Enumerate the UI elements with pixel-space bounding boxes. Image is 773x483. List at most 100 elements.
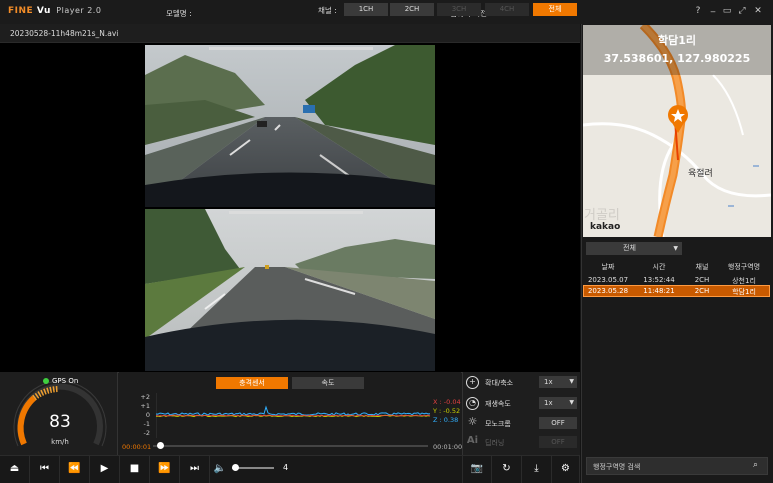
column-channel: 채널 <box>695 263 709 271</box>
map-coordinates: 37.538601, 127.980225 <box>603 52 751 65</box>
y-axis-value: Y : -0.52 <box>433 407 461 415</box>
y-tick-zero: 0 <box>145 411 150 419</box>
channel-3ch-button: 3CH <box>437 3 481 16</box>
zoom-icon: + <box>466 376 479 389</box>
minimize-icon[interactable]: _ <box>707 3 719 13</box>
volume-button[interactable]: 🔈 <box>210 455 230 483</box>
previous-file-button[interactable]: ⏮ <box>30 455 60 483</box>
column-area: 행정구역명 <box>727 263 761 271</box>
gps-status: GPS On <box>52 377 79 385</box>
z-axis-value: Z : 0.38 <box>433 416 459 424</box>
close-icon[interactable]: ✕ <box>752 6 764 16</box>
y-tick-minus2: -2 <box>143 429 150 437</box>
list-filter-value: 전체 <box>623 244 636 252</box>
play-icon: ▶ <box>100 463 109 474</box>
front-camera-video[interactable] <box>145 45 435 207</box>
monochrome-icon: ☼ <box>467 415 478 428</box>
zoom-select[interactable]: 1x ▼ <box>539 376 577 388</box>
timeline-track[interactable] <box>153 445 428 447</box>
row-date: 2023.05.07 <box>587 276 629 284</box>
row-time: 11:48:21 <box>643 287 675 295</box>
help-icon[interactable]: ? <box>692 6 704 16</box>
monochrome-label: 모노크롬 <box>485 420 511 428</box>
brand-suffix: Vu <box>36 6 51 16</box>
snapshot-button[interactable]: 📷 <box>462 455 492 483</box>
playback-speed-icon: ◔ <box>466 397 479 410</box>
fullscreen-icon[interactable]: ⤢ <box>736 6 748 16</box>
channel-4ch-button: 4CH <box>485 3 529 16</box>
rear-timestamp-overlay <box>229 211 363 214</box>
skip-back-icon: ⏮ <box>40 463 49 474</box>
chevron-down-icon: ▼ <box>569 378 574 385</box>
z-series-line <box>156 405 431 416</box>
deep-learning-label: 딥러닝 <box>485 439 505 447</box>
sensor-graph <box>156 393 431 438</box>
eject-button[interactable]: ⏏ <box>0 455 30 483</box>
playback-speed-label: 재생속도 <box>485 400 511 408</box>
chevron-down-icon: ▼ <box>673 245 678 252</box>
list-item-selected[interactable]: 2023.05.28 11:48:21 2CH 학담1리 <box>583 285 770 297</box>
rotate-icon: ↻ <box>502 463 511 474</box>
channel-1ch-button[interactable]: 1CH <box>344 3 388 16</box>
map-label-area: 거골리 <box>584 208 620 223</box>
play-button[interactable]: ▶ <box>90 455 120 483</box>
row-area: 학담1리 <box>732 288 756 296</box>
playback-speed-select[interactable]: 1x ▼ <box>539 397 577 409</box>
skip-forward-icon: ⏭ <box>190 463 199 474</box>
deep-learning-toggle: OFF <box>539 436 577 448</box>
speed-value: 83 <box>49 412 71 432</box>
settings-button[interactable]: ⚙ <box>552 455 580 483</box>
app-logo: FINE Vu Player 2.0 <box>8 6 101 16</box>
current-time: 00:00:01 <box>122 443 152 451</box>
playback-speed-value: 1x <box>544 399 553 407</box>
y-tick-plus1: +1 <box>140 402 150 410</box>
channel-all-button[interactable]: 전체 <box>533 3 577 16</box>
gps-status-icon <box>43 378 49 384</box>
rotate-button[interactable]: ↻ <box>492 455 522 483</box>
app-version: Player 2.0 <box>56 6 102 15</box>
rewind-button[interactable]: ⏪ <box>60 455 90 483</box>
row-channel: 2CH <box>694 276 710 284</box>
speaker-icon: 🔈 <box>213 463 227 474</box>
row-time: 13:52:44 <box>643 276 675 284</box>
list-filter-select[interactable]: 전체 ▼ <box>586 242 682 255</box>
y-tick-plus2: +2 <box>140 393 150 401</box>
stop-button[interactable]: ■ <box>120 455 150 483</box>
restore-icon[interactable]: ▭ <box>721 6 733 16</box>
zoom-value: 1x <box>544 378 553 386</box>
eject-icon: ⏏ <box>9 463 20 474</box>
volume-handle[interactable] <box>232 464 239 471</box>
search-icon[interactable]: ⌕ <box>753 460 758 470</box>
row-date: 2023.05.28 <box>587 287 629 295</box>
file-bar: 20230528-11h48m21s_N.avi <box>0 24 580 43</box>
timeline-handle[interactable] <box>157 442 164 449</box>
row-channel: 2CH <box>694 287 710 295</box>
model-label: 모델명 : <box>166 9 192 18</box>
fast-forward-button[interactable]: ⏩ <box>150 455 180 483</box>
map-provider-logo: kakao <box>590 222 621 232</box>
channel-label: 채널 : <box>318 6 337 15</box>
map-label-road: 육절려 <box>688 169 713 179</box>
search-placeholder: 행정구역명 검색 <box>593 463 641 471</box>
ai-icon: Ai <box>466 435 479 446</box>
stop-icon: ■ <box>129 463 140 474</box>
front-timestamp-overlay <box>209 47 373 50</box>
file-name: 20230528-11h48m21s_N.avi <box>10 29 119 38</box>
tab-speed[interactable]: 속도 <box>292 377 364 389</box>
map-place-name: 학담1리 <box>657 34 696 47</box>
brand-name: FINE <box>8 6 34 16</box>
column-time: 시간 <box>652 263 666 271</box>
channel-2ch-button[interactable]: 2CH <box>390 3 434 16</box>
x-axis-value: X : -0.04 <box>433 398 461 406</box>
chevron-down-icon: ▼ <box>569 399 574 406</box>
rear-camera-video[interactable] <box>145 209 435 371</box>
next-file-button[interactable]: ⏭ <box>180 455 210 483</box>
rewind-icon: ⏪ <box>68 463 81 474</box>
volume-value: 4 <box>283 463 289 472</box>
column-date: 날짜 <box>601 263 615 271</box>
save-button[interactable]: ⤓ <box>522 455 552 483</box>
zoom-label: 확대/축소 <box>485 379 514 387</box>
monochrome-toggle[interactable]: OFF <box>539 417 577 429</box>
tab-impact-sensor[interactable]: 충격센서 <box>216 377 288 389</box>
total-time: 00:01:00 <box>433 443 463 451</box>
